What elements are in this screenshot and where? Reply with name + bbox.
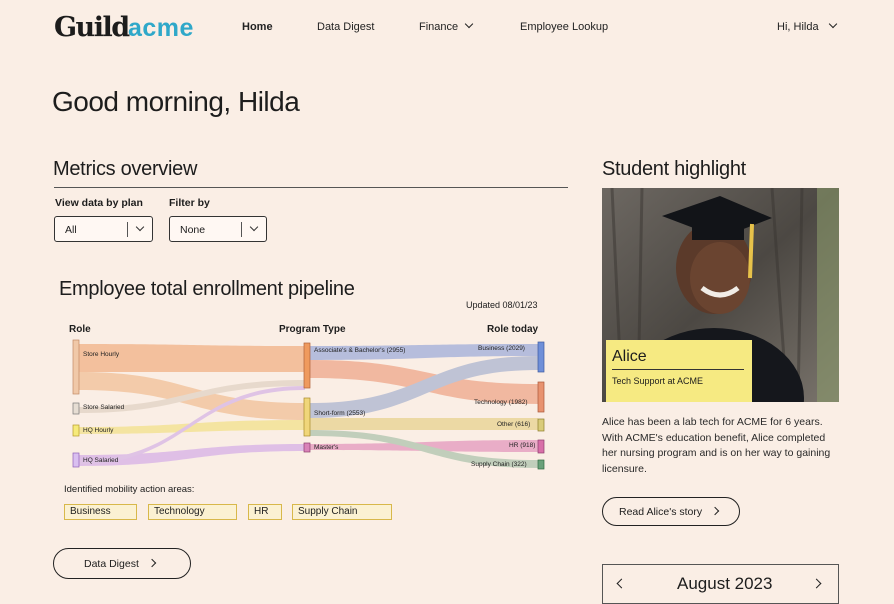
chevron-right-icon	[147, 558, 157, 568]
node-hr	[537, 439, 545, 454]
data-digest-button-label: Data Digest	[84, 558, 139, 570]
node-supply-chain	[537, 459, 545, 470]
highlight-title: Student highlight	[602, 158, 746, 180]
label-other: Other (616)	[497, 421, 531, 428]
node-short-form	[303, 397, 311, 437]
node-hq-salaried	[72, 452, 80, 468]
student-story: Alice has been a lab tech for ACME for 6…	[602, 416, 831, 475]
student-role: Tech Support at ACME	[612, 376, 704, 386]
chip-technology[interactable]: Technology	[148, 504, 237, 520]
node-masters	[303, 442, 311, 453]
node-business	[537, 341, 545, 373]
read-story-button[interactable]: Read Alice's story	[602, 497, 740, 526]
chevron-right-icon	[710, 506, 720, 516]
chevron-right-icon[interactable]	[811, 578, 822, 589]
node-other	[537, 418, 545, 432]
label-associates-bachelors: Associate's & Bachelor's (2955)	[314, 347, 406, 354]
chevron-left-icon[interactable]	[616, 578, 627, 589]
data-digest-button[interactable]: Data Digest	[53, 548, 191, 579]
label-supply-chain: Supply Chain (322)	[471, 461, 527, 468]
node-store-salaried	[72, 402, 80, 415]
label-business: Business (2029)	[478, 345, 525, 352]
label-short-form: Short-form (2553)	[314, 410, 366, 417]
chip-business[interactable]: Business	[64, 504, 137, 520]
label-technology: Technology (1982)	[474, 399, 528, 406]
read-story-button-label: Read Alice's story	[619, 506, 703, 518]
mobility-label: Identified mobility action areas:	[64, 484, 195, 495]
node-technology	[537, 381, 545, 413]
label-hq-hourly: HQ Hourly	[83, 427, 114, 434]
namecard-divider	[612, 369, 744, 370]
node-store-hourly	[72, 339, 80, 395]
student-name: Alice	[612, 348, 647, 365]
flow-band	[79, 344, 305, 372]
label-store-hourly: Store Hourly	[83, 351, 120, 358]
student-namecard: Alice Tech Support at ACME	[606, 340, 752, 402]
label-store-salaried: Store Salaried	[83, 404, 125, 411]
label-hq-salaried: HQ Salaried	[83, 457, 119, 464]
chip-hr[interactable]: HR	[248, 504, 282, 520]
node-hq-hourly	[72, 424, 80, 437]
calendar-month-picker: August 2023	[602, 564, 839, 604]
calendar-month: August 2023	[677, 574, 773, 593]
label-hr: HR (918)	[509, 442, 536, 449]
label-masters: Master's	[314, 444, 339, 451]
chip-supply-chain[interactable]: Supply Chain	[292, 504, 392, 520]
node-associates-bachelors	[303, 342, 311, 389]
